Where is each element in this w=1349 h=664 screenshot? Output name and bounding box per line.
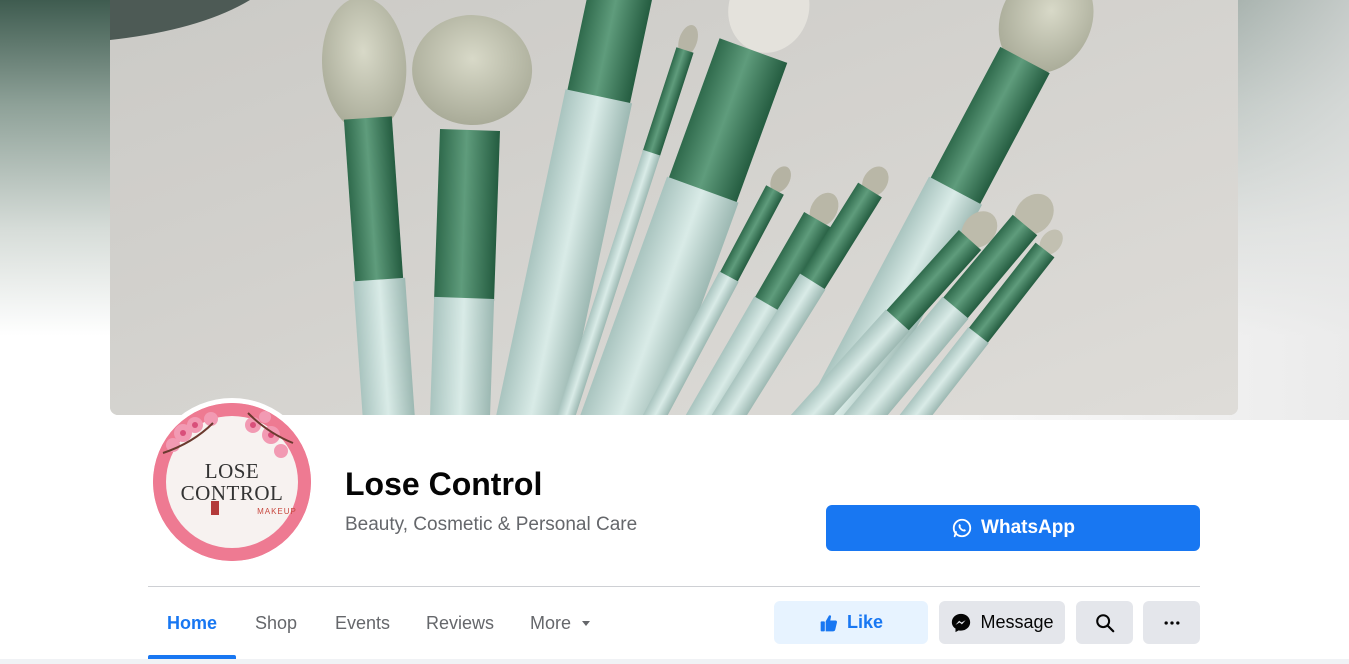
like-button[interactable]: Like [774, 601, 928, 644]
logo-text-line2: CONTROL [180, 481, 284, 505]
profile-picture[interactable]: LOSE CONTROL MAKEUP [153, 403, 311, 561]
search-button[interactable] [1076, 601, 1133, 644]
tab-more[interactable]: More [530, 603, 592, 643]
search-icon [1095, 613, 1114, 632]
logo-text-line3: MAKEUP [257, 507, 297, 516]
bottom-divider [0, 659, 1349, 664]
whatsapp-button-label: WhatsApp [981, 517, 1075, 538]
message-button-label: Message [980, 612, 1054, 632]
makeup-brushes-image [110, 0, 1238, 415]
whatsapp-icon [952, 518, 972, 538]
tab-events[interactable]: Events [335, 603, 390, 643]
page-title[interactable]: Lose Control [345, 466, 542, 503]
caret-down-icon [582, 621, 591, 626]
tab-shop[interactable]: Shop [255, 603, 297, 643]
cover-photo[interactable] [110, 0, 1238, 415]
ellipsis-icon [1164, 620, 1179, 625]
tab-more-label: More [530, 612, 572, 633]
message-button[interactable]: Message [939, 601, 1065, 644]
page-category: Beauty, Cosmetic & Personal Care [345, 514, 638, 535]
whatsapp-button[interactable]: WhatsApp [826, 505, 1200, 551]
more-options-button[interactable] [1143, 601, 1200, 644]
tab-home[interactable]: Home [167, 603, 217, 643]
tab-reviews[interactable]: Reviews [426, 603, 494, 643]
messenger-icon [952, 613, 971, 632]
like-button-label: Like [846, 612, 884, 632]
header-divider [148, 586, 1200, 587]
thumbs-up-icon [820, 614, 837, 631]
